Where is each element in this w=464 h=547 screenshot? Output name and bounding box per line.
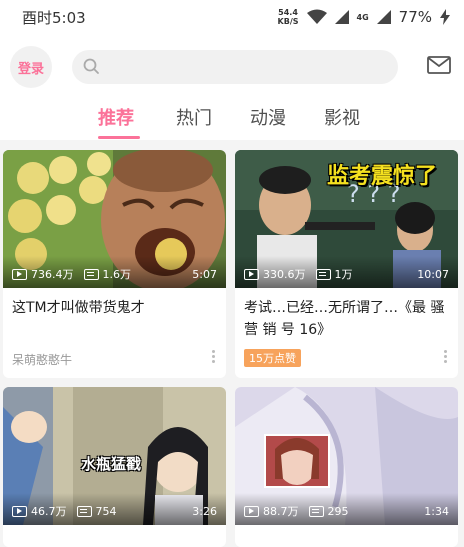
search-icon [83, 58, 99, 74]
like-badge: 15万点赞 [244, 349, 301, 367]
signal-icon [376, 10, 391, 24]
network-speed: 54.4 KB/S [278, 8, 299, 26]
top-header: 登录 [0, 34, 464, 98]
uploader-name[interactable]: 呆萌憨憨牛 [12, 351, 72, 368]
video-title[interactable]: 考试…已经…无所谓了…《最 骚 营 销 号 16》 [244, 297, 450, 341]
wifi-icon [306, 9, 327, 24]
danmaku-icon [308, 505, 324, 517]
status-bar: 酉时5:03 54.4 KB/S 4G 77% [0, 0, 464, 34]
view-count: 736.4万 [31, 268, 74, 281]
video-thumbnail[interactable]: 88.7万 295 1:34 [235, 387, 458, 525]
video-title[interactable]: 这TM才叫做带货鬼才 [12, 297, 218, 319]
signal-icon [334, 10, 349, 24]
battery-level: 77% [398, 8, 432, 26]
video-card[interactable]: 88.7万 295 1:34 [235, 387, 458, 547]
video-thumbnail[interactable]: 736.4万 1.6万 5:07 [3, 150, 226, 288]
danmaku-count: 1.6万 [102, 268, 132, 281]
danmaku-icon [83, 268, 99, 280]
danmaku-count: 1万 [334, 268, 353, 281]
play-count-icon [12, 268, 27, 280]
mail-icon[interactable] [427, 56, 451, 74]
speed-value: 54.4 [278, 8, 298, 17]
danmaku-count: 754 [95, 504, 117, 518]
danmaku-count: 295 [327, 504, 349, 518]
video-duration: 5:07 [192, 267, 217, 281]
video-duration: 10:07 [417, 267, 449, 281]
battery-charging-icon [440, 9, 450, 25]
view-count: 88.7万 [263, 505, 299, 518]
search-input[interactable] [72, 50, 398, 84]
video-thumbnail[interactable]: ? ? ? 监考震惊了 330.6万 1万 10:07 [235, 150, 458, 288]
play-count-icon [12, 505, 27, 517]
view-count: 46.7万 [31, 505, 67, 518]
video-duration: 1:34 [424, 504, 449, 518]
thumbnail-caption: 监考震惊了 [327, 164, 438, 189]
more-icon[interactable] [444, 350, 448, 364]
network-type: 4G [356, 12, 369, 22]
play-count-icon [244, 505, 259, 517]
view-count: 330.6万 [263, 268, 306, 281]
video-stats: 736.4万 1.6万 5:07 [12, 266, 217, 282]
video-duration: 3:26 [192, 504, 217, 518]
play-count-icon [244, 268, 259, 280]
tab-recommend[interactable]: 推荐 [98, 104, 134, 130]
thumbnail-caption: 水瓶猛戳 [81, 455, 142, 473]
tab-film[interactable]: 影视 [324, 104, 360, 130]
login-button[interactable]: 登录 [10, 46, 52, 88]
video-stats: 46.7万 754 3:26 [12, 503, 217, 519]
video-card[interactable]: ? ? ? 监考震惊了 330.6万 1万 10:07 考试…已经…无所谓了…《… [235, 150, 458, 378]
speed-unit: KB/S [277, 17, 299, 26]
video-card[interactable]: 736.4万 1.6万 5:07 这TM才叫做带货鬼才 呆萌憨憨牛 [3, 150, 226, 378]
tab-popular[interactable]: 热门 [176, 104, 212, 130]
video-card[interactable]: 水瓶猛戳 46.7万 754 3:26 [3, 387, 226, 547]
danmaku-icon [315, 268, 331, 280]
status-indicators: 54.4 KB/S 4G 77% [278, 8, 450, 26]
more-icon[interactable] [212, 350, 216, 364]
status-time: 酉时5:03 [22, 8, 86, 27]
video-stats: 330.6万 1万 10:07 [244, 266, 449, 282]
tab-anime[interactable]: 动漫 [250, 104, 286, 130]
video-thumbnail[interactable]: 水瓶猛戳 46.7万 754 3:26 [3, 387, 226, 525]
video-stats: 88.7万 295 1:34 [244, 503, 449, 519]
active-tab-indicator [98, 136, 140, 139]
danmaku-icon [76, 505, 92, 517]
category-tabs: 推荐 热门 动漫 影视 [0, 98, 464, 140]
